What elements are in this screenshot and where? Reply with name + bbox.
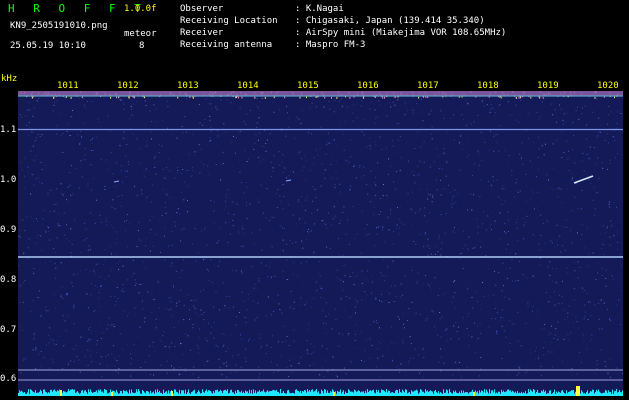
- y-tick-label: 0.6: [0, 374, 17, 384]
- y-tick-label: 0.9: [0, 225, 17, 235]
- spectrogram-background: [18, 91, 623, 396]
- x-tick-label: 1018: [477, 81, 499, 91]
- top-band-edge: [18, 95, 623, 97]
- info-label: Receiving Location: [180, 16, 278, 26]
- x-tick-label: 1017: [417, 81, 439, 91]
- x-tick-label: 1020: [597, 81, 619, 91]
- x-tick-label: 1011: [57, 81, 79, 91]
- info-label: Receiving antenna: [180, 40, 273, 50]
- y-tick-label: 0.7: [0, 325, 17, 335]
- info-value: : K.Nagai: [295, 4, 344, 14]
- x-tick-label: 1019: [537, 81, 559, 91]
- hrofft-window: H R O F F T 1.0.0f KN9_2505191010.png me…: [0, 0, 629, 400]
- x-tick-label: 1013: [177, 81, 199, 91]
- meteor-count: 8: [139, 41, 145, 51]
- x-tick-label: 1014: [237, 81, 259, 91]
- filename-label: KN9_2505191010.png: [10, 21, 108, 31]
- spectrogram-canvas: [18, 91, 623, 396]
- info-row-receiver: Receiver : AirSpy mini (Miakejima VOR 108…: [180, 27, 506, 39]
- y-tick-label: 1.0: [0, 175, 17, 185]
- x-tick-label: 1012: [117, 81, 139, 91]
- x-tick-label: 1016: [357, 81, 379, 91]
- info-label: Receiver: [180, 28, 224, 38]
- y-tick-label: 1.1: [0, 125, 17, 135]
- y-axis-unit: kHz: [1, 74, 18, 84]
- info-row-antenna: Receiving antenna : Maspro FM-3: [180, 39, 506, 51]
- meteor-label: meteor: [124, 29, 157, 39]
- info-value: : Chigasaki, Japan (139.414 35.340): [295, 16, 485, 26]
- spectrogram[interactable]: [18, 91, 623, 396]
- info-row-location: Receiving Location : Chigasaki, Japan (13…: [180, 15, 506, 27]
- info-row-observer: Observer : K.Nagai: [180, 3, 506, 15]
- datetime-label: 25.05.19 10:10: [10, 41, 86, 51]
- info-block: Observer : K.Nagai Receiving Location : Ch…: [180, 3, 506, 51]
- info-value: : AirSpy mini (Miakejima VOR 108.65MHz): [295, 28, 507, 38]
- info-label: Observer: [180, 4, 224, 14]
- info-value: : Maspro FM-3: [295, 40, 366, 50]
- version-label: 1.0.0f: [124, 4, 157, 14]
- y-tick-label: 0.8: [0, 275, 17, 285]
- x-tick-label: 1015: [297, 81, 319, 91]
